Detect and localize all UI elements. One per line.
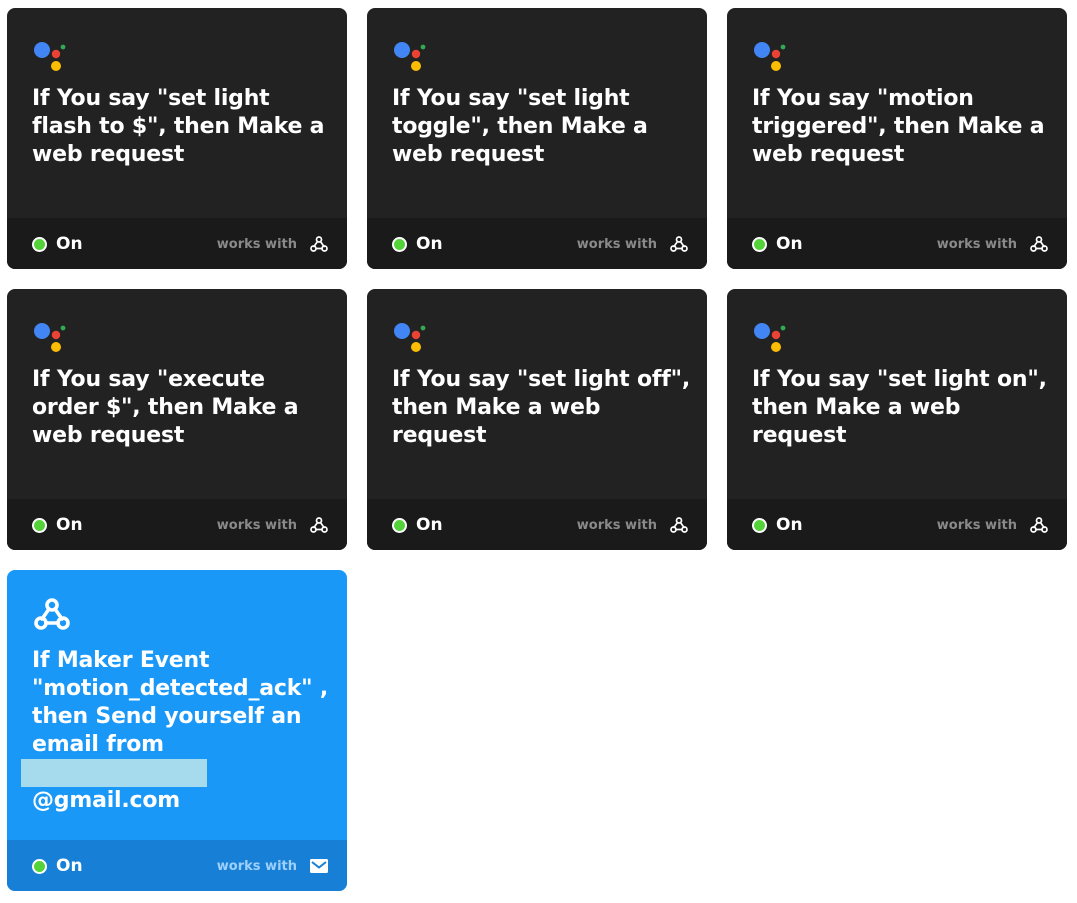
- google-assistant-icon: [754, 42, 786, 71]
- status-label: On: [56, 234, 83, 254]
- works-with-label: works with: [216, 517, 297, 533]
- applet-card-body: If You say "set light flash to $", then …: [7, 8, 347, 218]
- applet-footer: On works with: [7, 840, 347, 891]
- applet-title: If Maker Event "motion_detected_ack" , t…: [21, 647, 331, 815]
- applet-card[interactable]: If You say "execute order $", then Make …: [7, 289, 347, 550]
- applet-title: If You say "execute order $", then Make …: [32, 367, 299, 448]
- webhooks-icon: [1030, 236, 1048, 252]
- google-assistant-icon: [34, 42, 66, 71]
- works-with: works with: [577, 514, 689, 536]
- webhooks-icon: [670, 236, 688, 252]
- works-with-label: works with: [576, 517, 657, 533]
- works-with-label: works with: [216, 236, 297, 252]
- applet-footer: On works with: [727, 499, 1067, 550]
- status-indicator: On: [752, 234, 803, 254]
- applet-card-body: If You say "motion triggered", then Make…: [727, 8, 1067, 218]
- google-assistant-icon: [34, 323, 66, 352]
- works-with: works with: [937, 514, 1049, 536]
- applet-card[interactable]: If You say "set light flash to $", then …: [7, 8, 347, 269]
- applet-card[interactable]: If You say "motion triggered", then Make…: [727, 8, 1067, 269]
- works-with-label: works with: [216, 858, 297, 874]
- works-with: works with: [937, 233, 1049, 255]
- applet-card[interactable]: If You say "set light off", then Make a …: [367, 289, 707, 550]
- works-with-label: works with: [936, 236, 1017, 252]
- status-dot: [392, 236, 407, 252]
- status-dot: [752, 517, 767, 533]
- works-with: works with: [217, 233, 329, 255]
- webhooks-icon: [34, 598, 70, 630]
- applet-title-email-domain: @gmail.com: [32, 788, 181, 813]
- status-dot: [32, 858, 47, 874]
- applet-title: If You say "motion triggered", then Make…: [752, 86, 1045, 167]
- status-indicator: On: [32, 515, 83, 535]
- google-assistant-icon: [394, 42, 426, 71]
- status-indicator: On: [32, 234, 83, 254]
- status-dot: [32, 236, 47, 252]
- applet-footer: On works with: [367, 218, 707, 269]
- status-dot: [752, 236, 767, 252]
- webhooks-icon: [1030, 517, 1048, 533]
- applet-title: If You say "set light toggle", then Make…: [392, 86, 648, 167]
- status-dot: [32, 517, 47, 533]
- status-label: On: [776, 515, 803, 535]
- works-with: works with: [217, 855, 329, 877]
- status-label: On: [56, 856, 83, 876]
- status-indicator: On: [32, 856, 83, 876]
- applet-card[interactable]: If You say "set light toggle", then Make…: [367, 8, 707, 269]
- works-with-label: works with: [576, 236, 657, 252]
- applet-footer: On works with: [7, 218, 347, 269]
- applet-card-body: If You say "set light off", then Make a …: [367, 289, 707, 499]
- status-indicator: On: [752, 515, 803, 535]
- applet-card-body: If You say "set light toggle", then Make…: [367, 8, 707, 218]
- status-indicator: On: [392, 234, 443, 254]
- webhooks-icon: [670, 517, 688, 533]
- google-assistant-icon: [754, 323, 786, 352]
- status-label: On: [416, 515, 443, 535]
- works-with: works with: [577, 233, 689, 255]
- redacted-email-username: [21, 759, 207, 787]
- applet-footer: On works with: [367, 499, 707, 550]
- applet-card-body: If You say "set light on", then Make a w…: [727, 289, 1067, 499]
- applet-title: If You say "set light flash to $", then …: [32, 86, 325, 167]
- works-with: works with: [217, 514, 329, 536]
- applet-footer: On works with: [7, 499, 347, 550]
- applet-title: If You say "set light off", then Make a …: [392, 367, 691, 448]
- status-label: On: [56, 515, 83, 535]
- status-label: On: [776, 234, 803, 254]
- works-with-label: works with: [936, 517, 1017, 533]
- applet-title-text: If Maker Event "motion_detected_ack" , t…: [32, 648, 329, 757]
- applet-card[interactable]: If You say "set light on", then Make a w…: [727, 289, 1067, 550]
- status-indicator: On: [392, 515, 443, 535]
- applet-title: If You say "set light on", then Make a w…: [752, 367, 1047, 448]
- status-dot: [392, 517, 407, 533]
- applet-footer: On works with: [727, 218, 1067, 269]
- webhooks-icon: [310, 517, 328, 533]
- webhooks-icon: [310, 236, 328, 252]
- email-icon: [310, 859, 328, 873]
- status-label: On: [416, 234, 443, 254]
- google-assistant-icon: [394, 323, 426, 352]
- applet-card[interactable]: If Maker Event "motion_detected_ack" , t…: [7, 570, 347, 891]
- applet-card-body: If You say "execute order $", then Make …: [7, 289, 347, 499]
- applet-card-body: If Maker Event "motion_detected_ack" , t…: [7, 570, 347, 840]
